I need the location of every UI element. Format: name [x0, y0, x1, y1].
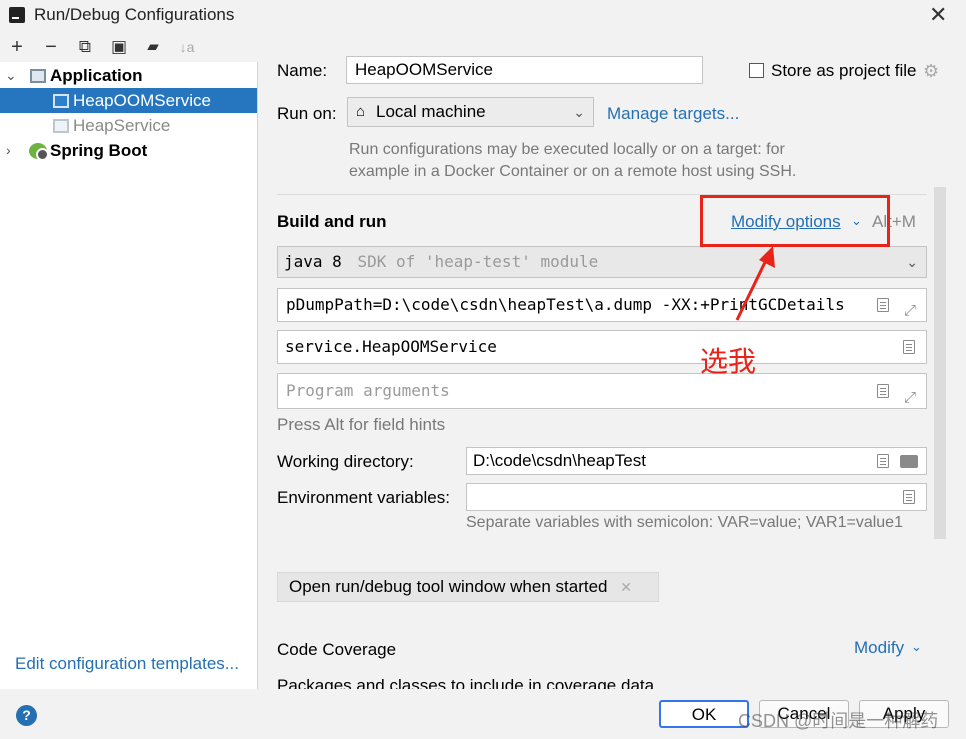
tree-item-spring-boot[interactable]: › Spring Boot: [0, 138, 257, 163]
copy-icon[interactable]: ⧉: [74, 35, 96, 59]
tree-item-heapservice[interactable]: HeapService: [0, 113, 257, 138]
main-class-value: service.HeapOOMService: [285, 337, 497, 356]
close-icon[interactable]: ✕: [929, 2, 947, 28]
text-icon[interactable]: [903, 340, 915, 354]
configuration-form: Name: HeapOOMService Store as project fi…: [259, 32, 966, 689]
jre-value: java 8: [284, 252, 342, 271]
name-label: Name:: [277, 61, 328, 80]
application-icon: [30, 69, 46, 83]
build-and-run-heading: Build and run: [277, 212, 387, 231]
working-directory-label: Working directory:: [277, 452, 414, 471]
ok-button[interactable]: OK: [659, 700, 749, 728]
environment-variables-label: Environment variables:: [277, 488, 450, 507]
tree-item-label: Application: [50, 66, 143, 85]
home-icon: ⌂: [356, 103, 366, 120]
chevron-down-icon: ⌄: [573, 104, 585, 120]
run-on-select[interactable]: ⌂ Local machine ⌄: [347, 97, 594, 127]
vm-options-field[interactable]: pDumpPath=D:\code\csdn\heapTest\a.dump -…: [277, 288, 927, 322]
chevron-down-icon: ⌄: [906, 254, 918, 270]
main-class-field[interactable]: service.HeapOOMService: [277, 330, 927, 364]
save-icon[interactable]: ▣: [108, 35, 130, 59]
tree-item-label: Spring Boot: [50, 141, 148, 160]
program-arguments-field[interactable]: Program arguments ⤢: [277, 373, 927, 409]
working-directory-value: D:\code\csdn\heapTest: [473, 451, 646, 470]
annotation-text: 选我: [700, 345, 757, 378]
coverage-packages-text: Packages and classes to include in cover…: [277, 676, 655, 689]
close-icon[interactable]: ✕: [620, 579, 632, 595]
store-as-project-checkbox[interactable]: [749, 63, 764, 78]
tree-item-label: HeapOOMService: [73, 91, 211, 110]
spring-boot-icon: [29, 143, 49, 161]
folder-icon[interactable]: [900, 455, 918, 468]
dialog-footer: ? OK Cancel Apply CSDN @时间是一种解药: [0, 689, 966, 739]
chip-label: Open run/debug tool window when started: [289, 577, 608, 596]
run-on-label: Run on:: [277, 104, 337, 123]
store-as-project-label: Store as project file: [771, 61, 917, 80]
environment-variables-hint: Separate variables with semicolon: VAR=v…: [466, 514, 903, 531]
text-icon[interactable]: [877, 454, 889, 468]
field-hint: Press Alt for field hints: [277, 415, 446, 434]
run-config-icon: [53, 119, 69, 133]
working-directory-field[interactable]: D:\code\csdn\heapTest: [466, 447, 927, 475]
configurations-panel: + − ⧉ ▣ ▰ ↓a ⌄ Application HeapOOMServic…: [0, 32, 258, 689]
new-folder-icon[interactable]: ▰: [142, 35, 164, 59]
title-bar: Run/Debug Configurations ✕: [0, 0, 966, 32]
highlight-box: [700, 195, 890, 247]
expand-icon[interactable]: ⤢: [904, 380, 916, 408]
text-icon[interactable]: [877, 298, 889, 312]
run-on-hint: Run configurations may be executed local…: [349, 141, 785, 158]
code-coverage-heading: Code Coverage: [277, 640, 397, 659]
text-icon[interactable]: [877, 384, 889, 398]
expand-icon[interactable]: ⤢: [904, 294, 916, 321]
open-tool-window-chip[interactable]: Open run/debug tool window when started …: [277, 572, 659, 602]
tree-item-heapoomservice[interactable]: HeapOOMService: [0, 88, 257, 113]
name-field[interactable]: HeapOOMService: [346, 56, 703, 84]
window-title: Run/Debug Configurations: [34, 5, 235, 24]
text-icon[interactable]: [903, 490, 915, 504]
coverage-packages-clip: Packages and classes to include in cover…: [277, 676, 917, 689]
chevron-right-icon[interactable]: ›: [6, 138, 11, 163]
chevron-down-icon[interactable]: ⌄: [5, 63, 17, 88]
manage-targets-link[interactable]: Manage targets...: [607, 104, 739, 124]
help-icon[interactable]: ?: [16, 705, 37, 726]
watermark: CSDN @时间是一种解药: [738, 711, 939, 731]
remove-icon[interactable]: −: [40, 35, 62, 59]
add-icon[interactable]: +: [6, 35, 28, 59]
annotation-arrow: [735, 246, 775, 321]
environment-variables-field[interactable]: [466, 483, 927, 511]
gear-icon[interactable]: ⚙: [923, 61, 939, 82]
config-toolbar: + − ⧉ ▣ ▰ ↓a: [0, 32, 258, 62]
intellij-icon: [9, 7, 25, 23]
coverage-modify-link[interactable]: Modify: [854, 638, 904, 658]
chevron-down-icon: ⌄: [911, 639, 922, 654]
run-on-value: Local machine: [376, 102, 486, 121]
edit-templates-link[interactable]: Edit configuration templates...: [15, 654, 239, 674]
jre-select[interactable]: java 8 SDK of 'heap-test' module ⌄: [277, 246, 927, 278]
tree-item-label: HeapService: [73, 116, 171, 135]
program-arguments-placeholder: Program arguments: [286, 381, 450, 400]
run-on-hint: example in a Docker Container or on a re…: [349, 163, 797, 180]
jre-detail: SDK of 'heap-test' module: [357, 252, 599, 271]
run-config-icon: [53, 94, 69, 108]
tree-item-application[interactable]: ⌄ Application: [0, 63, 257, 88]
scrollbar[interactable]: [934, 187, 946, 539]
sort-icon[interactable]: ↓a: [176, 35, 198, 59]
